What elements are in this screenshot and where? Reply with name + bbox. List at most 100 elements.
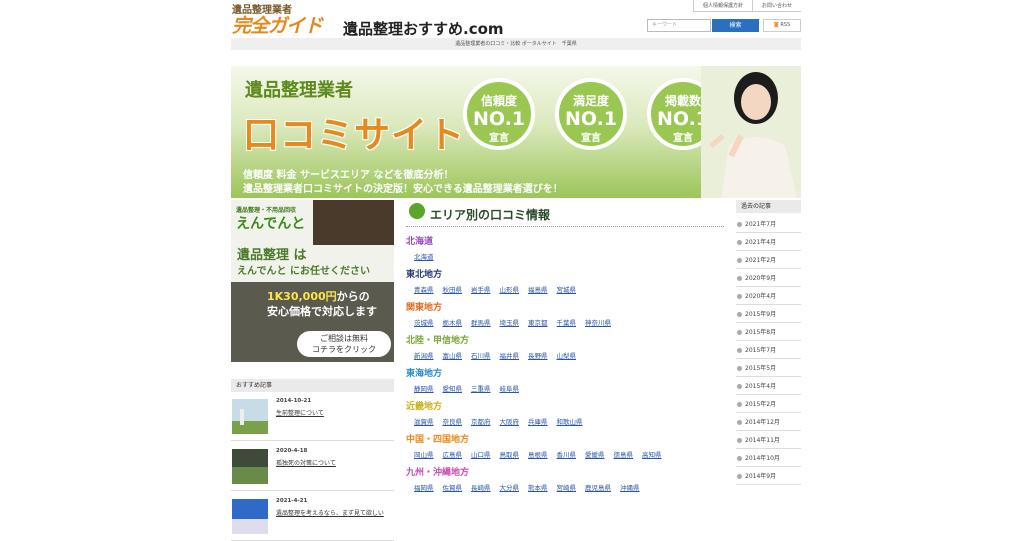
prefecture-link[interactable]: 三重県 <box>471 383 491 393</box>
past-article-month[interactable]: 2014年10月 <box>736 450 801 467</box>
recommended-item[interactable]: 2020-4-18 孤独死の対策について <box>231 446 394 491</box>
bullet-icon <box>737 312 742 317</box>
bullet-icon <box>737 384 742 389</box>
prefecture-link[interactable]: 長崎県 <box>471 482 491 492</box>
prefecture-links: 新潟県 富山県 石川県 福井県 長野県 山梨県 <box>414 350 585 360</box>
past-article-month[interactable]: 2015年7月 <box>736 342 801 359</box>
past-article-month[interactable]: 2015年4月 <box>736 378 801 395</box>
article-thumbnail <box>232 449 268 484</box>
bullet-icon <box>737 366 742 371</box>
prefecture-link[interactable]: 鹿児島県 <box>585 482 611 492</box>
search-input[interactable]: キーワード <box>647 19 711 32</box>
past-article-month[interactable]: 2015年2月 <box>736 396 801 413</box>
prefecture-link[interactable]: 島根県 <box>528 449 548 459</box>
past-article-month[interactable]: 2014年12月 <box>736 414 801 431</box>
prefecture-link[interactable]: 大阪府 <box>500 416 520 426</box>
prefecture-link[interactable]: 長野県 <box>528 350 548 360</box>
past-article-month[interactable]: 2015年5月 <box>736 360 801 377</box>
past-article-month[interactable]: 2021年4月 <box>736 234 801 251</box>
past-article-month[interactable]: 2014年9月 <box>736 468 801 485</box>
prefecture-link[interactable]: 石川県 <box>471 350 491 360</box>
bullet-icon <box>737 348 742 353</box>
prefecture-link[interactable]: 広島県 <box>443 449 463 459</box>
prefecture-link[interactable]: 愛媛県 <box>585 449 605 459</box>
prefecture-link[interactable]: 青森県 <box>414 284 434 294</box>
rss-button[interactable]: ◙ RSS <box>763 19 801 32</box>
area-heading: エリア別の口コミ情報 <box>406 200 724 227</box>
prefecture-link[interactable]: 岡山県 <box>414 449 434 459</box>
prefecture-link[interactable]: 岐阜県 <box>500 383 520 393</box>
past-month-label: 2014年12月 <box>745 419 780 426</box>
prefecture-link[interactable]: 山口県 <box>471 449 491 459</box>
past-article-month[interactable]: 2020年4月 <box>736 288 801 305</box>
past-article-month[interactable]: 2014年11月 <box>736 432 801 449</box>
ad-price-rest: からの <box>336 290 370 303</box>
tagline: 遺品整理業者の口コミ・比較 ポータルサイト 千葉県 <box>231 38 801 50</box>
past-article-month[interactable]: 2021年2月 <box>736 252 801 269</box>
consult-line2: コチラをクリック <box>312 345 376 354</box>
prefecture-link[interactable]: 熊本県 <box>528 482 548 492</box>
prefecture-link[interactable]: 兵庫県 <box>528 416 548 426</box>
search-button[interactable]: 検索 <box>712 19 759 32</box>
prefecture-link[interactable]: 富山県 <box>443 350 463 360</box>
bullet-icon <box>737 420 742 425</box>
woman-photo <box>701 66 801 198</box>
medal-satisfaction: 満足度 NO.1 宣言 <box>555 78 627 150</box>
prefecture-link[interactable]: 奈良県 <box>443 416 463 426</box>
prefecture-link[interactable]: 群馬県 <box>471 317 491 327</box>
past-article-month[interactable]: 2015年9月 <box>736 306 801 323</box>
article-title[interactable]: 生前整理について <box>276 408 324 417</box>
recommended-item[interactable]: 2014-10-21 生前整理について <box>231 396 394 441</box>
prefecture-link[interactable]: 千葉県 <box>557 317 577 327</box>
prefecture-link[interactable]: 神奈川県 <box>585 317 611 327</box>
past-month-label: 2014年11月 <box>745 437 780 444</box>
past-article-month[interactable]: 2021年7月 <box>736 216 801 233</box>
prefecture-link[interactable]: 宮城県 <box>557 284 577 294</box>
prefecture-link[interactable]: 沖縄県 <box>620 482 640 492</box>
endent-ad[interactable]: 遺品整理・不用品回収 えんでんと 遺品整理 は えんでんと にお任せください 1… <box>231 200 394 362</box>
prefecture-link[interactable]: 徳島県 <box>614 449 634 459</box>
article-title[interactable]: 孤独死の対策について <box>276 458 336 467</box>
past-articles-heading: 過去の記事 <box>736 200 801 213</box>
site-name[interactable]: 遺品整理おすすめ.com <box>343 18 504 39</box>
past-article-month[interactable]: 2015年8月 <box>736 324 801 341</box>
prefecture-link[interactable]: 北海道 <box>414 251 434 261</box>
prefecture-link[interactable]: 栃木県 <box>443 317 463 327</box>
prefecture-link[interactable]: 滋賀県 <box>414 416 434 426</box>
past-month-label: 2015年4月 <box>745 383 777 390</box>
contact-link[interactable]: お問い合わせ <box>751 0 801 12</box>
past-month-label: 2020年9月 <box>745 275 777 282</box>
prefecture-link[interactable]: 福井県 <box>500 350 520 360</box>
privacy-link[interactable]: 個人情報保護方針 <box>692 0 752 12</box>
prefecture-link[interactable]: 大分県 <box>500 482 520 492</box>
prefecture-link[interactable]: 佐賀県 <box>443 482 463 492</box>
prefecture-link[interactable]: 茨城県 <box>414 317 434 327</box>
prefecture-link[interactable]: 愛知県 <box>443 383 463 393</box>
region-heading: 近畿地方 <box>406 402 443 412</box>
past-month-label: 2014年9月 <box>745 473 777 480</box>
prefecture-link[interactable]: 静岡県 <box>414 383 434 393</box>
hero-banner[interactable]: 遺品整理業者 口コミサイト 信頼度 NO.1 宣言 満足度 NO.1 宣言 掲載… <box>231 66 801 198</box>
consult-button[interactable]: ご相談は無料 コチラをクリック <box>297 331 391 357</box>
prefecture-link[interactable]: 京都府 <box>471 416 491 426</box>
prefecture-link[interactable]: 山形県 <box>500 284 520 294</box>
prefecture-link[interactable]: 宮崎県 <box>557 482 577 492</box>
prefecture-link[interactable]: 鳥取県 <box>500 449 520 459</box>
prefecture-link[interactable]: 新潟県 <box>414 350 434 360</box>
prefecture-link[interactable]: 東京都 <box>528 317 548 327</box>
prefecture-link[interactable]: 高知県 <box>642 449 662 459</box>
rss-icon: ◙ <box>773 22 779 28</box>
prefecture-link[interactable]: 秋田県 <box>443 284 463 294</box>
prefecture-link[interactable]: 埼玉県 <box>500 317 520 327</box>
recommended-item[interactable]: 2021-4-21 遺品整理を考えるなら、まず見て欲しい <box>231 496 394 541</box>
prefecture-link[interactable]: 和歌山県 <box>557 416 583 426</box>
prefecture-link[interactable]: 山梨県 <box>557 350 577 360</box>
past-article-month[interactable]: 2020年9月 <box>736 270 801 287</box>
prefecture-link[interactable]: 香川県 <box>557 449 577 459</box>
prefecture-link[interactable]: 福岡県 <box>414 482 434 492</box>
prefecture-link[interactable]: 福島県 <box>528 284 548 294</box>
region-heading: 東海地方 <box>406 369 443 379</box>
prefecture-link[interactable]: 岩手県 <box>471 284 491 294</box>
logo-line2[interactable]: 完全ガイド <box>232 11 323 38</box>
rss-label: RSS <box>780 22 791 28</box>
